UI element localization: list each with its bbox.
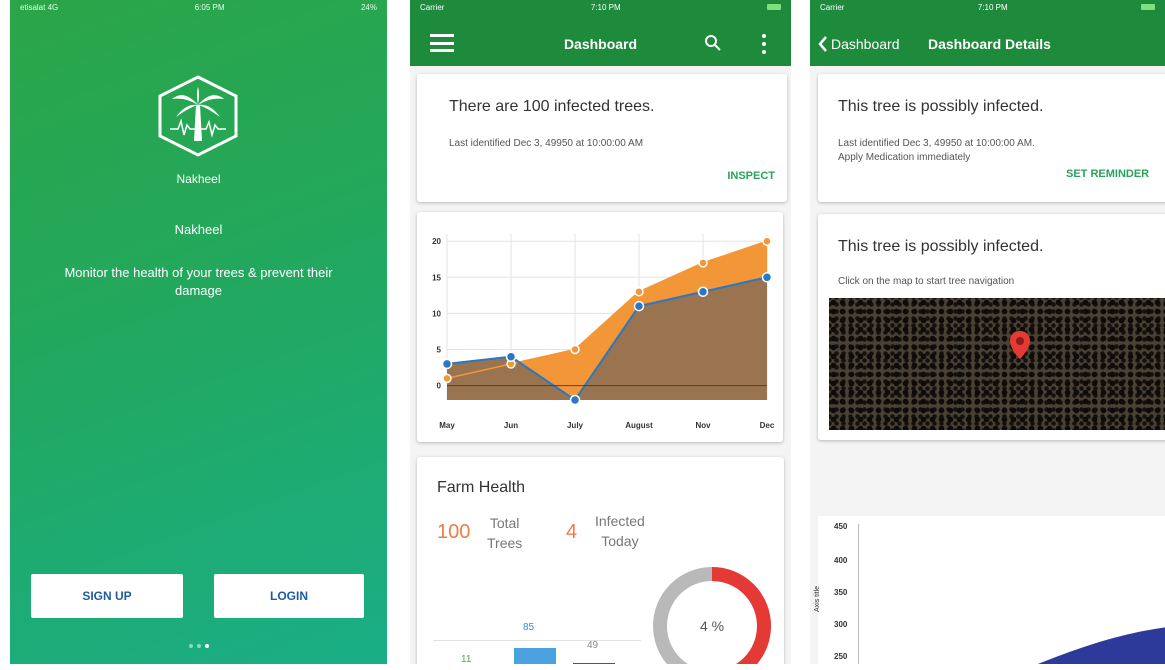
card1-line-2: Apply Medication immediately	[838, 152, 971, 163]
app-bar: Carrier 7:10 PM Dashboard Dashboard Deta…	[810, 0, 1165, 66]
y-tick-label: 15	[432, 273, 441, 282]
series-1-point	[634, 286, 644, 297]
page-indicator	[10, 644, 387, 648]
card2-title: This tree is possibly infected.	[838, 238, 1044, 255]
total-trees-label: Total Trees	[487, 515, 523, 551]
series-2-point	[761, 272, 773, 283]
y-tick: 450	[834, 522, 848, 531]
details-screen: Carrier 7:10 PM Dashboard Dashboard Deta…	[810, 0, 1165, 664]
satellite-map[interactable]	[829, 298, 1165, 430]
navigation-card: This tree is possibly infected. Click on…	[818, 214, 1165, 440]
infected-alert-card: There are 100 infected trees. Last ident…	[417, 74, 787, 202]
status-bar: Carrier 7:10 PM	[410, 0, 791, 14]
page-title: Dashboard Details	[928, 36, 1051, 52]
status-bar: etisalat 4G 6:05 PM 24%	[10, 0, 387, 14]
battery-icon	[767, 4, 781, 10]
x-tick-label: Nov	[695, 421, 711, 430]
series-2-point	[441, 358, 453, 370]
clock-text: 7:10 PM	[590, 2, 621, 12]
back-label: Dashboard	[831, 36, 900, 52]
series-2-point	[633, 300, 645, 312]
x-tick-label: Dec	[760, 421, 775, 430]
series-1-point	[762, 236, 772, 246]
farm-health-title: Farm Health	[437, 479, 526, 496]
app-bar: Carrier 7:10 PM Dashboard	[410, 0, 791, 66]
x-tick-label: Jun	[504, 421, 518, 430]
mini-bar-2	[514, 648, 556, 664]
palm-logo-icon	[158, 75, 238, 157]
inspect-button[interactable]: INSPECT	[727, 170, 775, 182]
more-options-icon[interactable]	[762, 34, 766, 54]
tagline: Monitor the health of your trees & preve…	[64, 265, 333, 298]
mini-bar-3	[573, 663, 615, 664]
logo-caption: Nakheel	[176, 172, 221, 186]
card1-title: This tree is possibly infected.	[838, 98, 1044, 115]
mini-chart-baseline	[433, 640, 641, 641]
login-button[interactable]: LOGIN	[214, 574, 364, 618]
battery-icon	[1141, 4, 1155, 10]
infection-card: This tree is possibly infected. Last ide…	[818, 74, 1165, 202]
alert-subtitle: Last identified Dec 3, 49950 at 10:00:00…	[449, 138, 644, 149]
card2-subtitle: Click on the map to start tree navigatio…	[838, 276, 1015, 287]
page-title: Dashboard	[563, 36, 638, 52]
app-name: Nakheel	[174, 222, 223, 237]
dashboard-screen: Carrier 7:10 PM Dashboard There are 100 …	[410, 0, 791, 664]
bar-label-3: 49	[587, 640, 599, 651]
y-tick: 350	[834, 588, 848, 597]
status-bar: Carrier 7:10 PM	[810, 0, 1165, 14]
bar-label-1: 11	[461, 654, 472, 664]
y-tick-label: 5	[437, 345, 442, 354]
infected-today-label: Infected Today	[595, 513, 645, 549]
x-tick-label: July	[567, 421, 584, 430]
map-pin-icon[interactable]	[1009, 330, 1031, 360]
search-icon[interactable]	[704, 34, 722, 52]
card1-line-1: Last identified Dec 3, 49950 at 10:00:00…	[838, 138, 1035, 149]
y-axis-title: Axis title	[814, 585, 821, 612]
series-1-point	[442, 373, 452, 384]
sign-up-button[interactable]: SIGN UP	[31, 574, 183, 618]
alert-title: There are 100 infected trees.	[449, 98, 655, 115]
y-tick: 300	[834, 620, 848, 629]
trend-area-chart: 20 15 10 5 0 May Jun July August Nov Dec	[432, 234, 775, 430]
clock-text: 7:10 PM	[977, 2, 1008, 12]
chevron-left-icon	[818, 36, 827, 52]
infection-donut-chart: 4 %	[653, 567, 771, 664]
y-tick-label: 0	[437, 382, 442, 391]
page-dot[interactable]	[196, 644, 201, 648]
donut-label: 4 %	[700, 618, 724, 634]
growth-area	[1037, 627, 1165, 664]
clock-text: 6:05 PM	[194, 2, 225, 12]
bar-label-2: 85	[523, 622, 535, 633]
carrier-text: etisalat 4G	[20, 2, 59, 12]
series-2-point	[697, 286, 709, 297]
infected-today-value: 4	[566, 521, 578, 543]
y-tick: 250	[834, 652, 848, 661]
page-dot-active[interactable]	[204, 644, 209, 648]
carrier-text: Carrier	[820, 2, 845, 12]
x-tick-label: August	[625, 421, 653, 430]
series-2-point	[505, 351, 517, 362]
x-tick-label: May	[439, 421, 455, 430]
trend-chart-card: 20 15 10 5 0 May Jun July August Nov Dec	[417, 212, 783, 442]
back-button[interactable]: Dashboard	[818, 36, 900, 52]
set-reminder-button[interactable]: SET REMINDER	[1066, 168, 1149, 180]
total-trees-value: 100	[437, 521, 471, 543]
carrier-text: Carrier	[420, 2, 445, 12]
y-tick: 400	[834, 556, 848, 565]
page-dot[interactable]	[188, 644, 193, 648]
battery-text: 24%	[360, 2, 377, 12]
y-tick-label: 20	[432, 237, 441, 246]
farm-health-card: Farm Health 100 Total Trees 4 Infected Tod…	[417, 457, 784, 664]
growth-chart: Axis title 450 400 350 300 250	[814, 516, 1165, 664]
series-1-point	[570, 344, 580, 355]
welcome-screen: etisalat 4G 6:05 PM 24% Nakheel Nakheel …	[10, 0, 387, 664]
series-2-point	[569, 394, 581, 406]
y-tick-label: 10	[432, 309, 441, 318]
series-1-point	[698, 258, 708, 268]
